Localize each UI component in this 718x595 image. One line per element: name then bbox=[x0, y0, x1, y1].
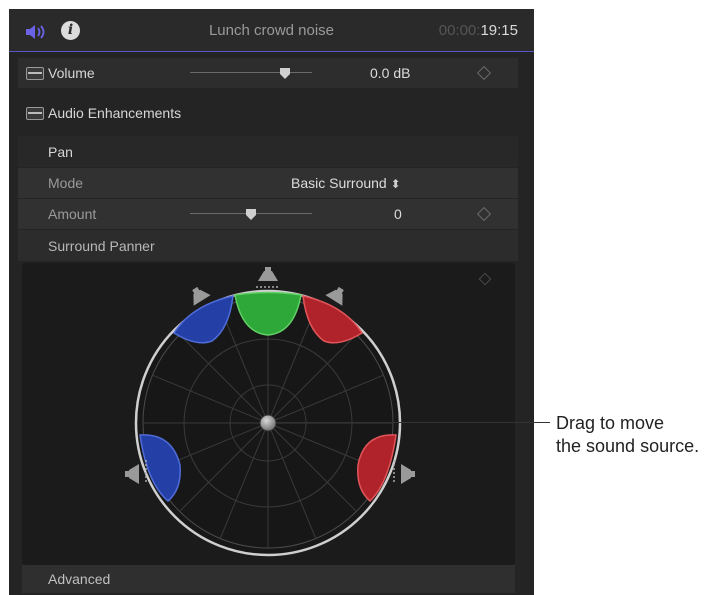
advanced-row[interactable]: Advanced bbox=[22, 565, 515, 593]
surround-panner-label: Surround Panner bbox=[48, 238, 155, 254]
callout-leader-line bbox=[276, 422, 550, 423]
info-icon[interactable]: i bbox=[61, 21, 80, 40]
timecode-bright: 19:15 bbox=[480, 22, 518, 39]
panner-keyframe-button[interactable] bbox=[478, 272, 492, 286]
speaker-surround-right-icon bbox=[401, 464, 415, 484]
sound-source-puck[interactable] bbox=[259, 414, 277, 432]
callout-line-2: the sound source. bbox=[556, 436, 700, 456]
volume-enable-checkbox[interactable] bbox=[26, 67, 44, 80]
clip-name: Lunch crowd noise bbox=[208, 22, 335, 39]
amount-value[interactable]: 0 bbox=[394, 206, 402, 222]
amount-keyframe-button[interactable] bbox=[476, 206, 492, 222]
pan-mode-row: Mode Basic Surround ⬍ bbox=[18, 168, 518, 198]
enhancements-enable-checkbox[interactable] bbox=[26, 107, 44, 120]
mode-value: Basic Surround bbox=[291, 175, 387, 191]
volume-row: Volume 0.0 dB bbox=[18, 58, 518, 88]
volume-keyframe-button[interactable] bbox=[476, 65, 492, 81]
speaker-right-icon bbox=[325, 286, 344, 306]
speaker-left-icon bbox=[192, 286, 211, 306]
advanced-label: Advanced bbox=[48, 571, 111, 587]
pan-label: Pan bbox=[48, 144, 73, 160]
pan-row: Pan bbox=[18, 136, 518, 167]
audio-enhancements-label: Audio Enhancements bbox=[48, 105, 182, 121]
volume-slider-track[interactable] bbox=[190, 72, 312, 73]
timecode: 00:00:19:15 bbox=[439, 22, 518, 39]
surround-panner-row: Surround Panner bbox=[18, 230, 518, 261]
speaker-surround-left-icon bbox=[125, 464, 139, 484]
callout-line-1: Drag to move bbox=[556, 413, 665, 433]
pan-amount-row: Amount 0 bbox=[18, 199, 518, 229]
surround-panner[interactable] bbox=[22, 263, 515, 565]
inspector-header: i Lunch crowd noise 00:00:19:15 bbox=[9, 9, 534, 52]
amount-slider-knob[interactable] bbox=[246, 207, 256, 220]
callout-text: Drag to move the sound source. bbox=[556, 412, 699, 458]
mode-select[interactable]: Basic Surround ⬍ bbox=[291, 175, 401, 191]
inspector-panel: i Lunch crowd noise 00:00:19:15 Volume 0… bbox=[9, 9, 534, 595]
mode-label: Mode bbox=[48, 175, 84, 191]
volume-value[interactable]: 0.0 dB bbox=[370, 65, 410, 81]
amount-label: Amount bbox=[48, 206, 97, 222]
volume-label: Volume bbox=[48, 65, 95, 81]
volume-slider-knob[interactable] bbox=[280, 66, 291, 79]
timecode-dim: 00:00: bbox=[438, 22, 481, 39]
speaker-volume-icon[interactable] bbox=[25, 23, 47, 41]
audio-enhancements-row: Audio Enhancements bbox=[18, 96, 518, 130]
speaker-center-icon bbox=[258, 267, 278, 281]
updown-chevron-icon: ⬍ bbox=[390, 177, 401, 191]
